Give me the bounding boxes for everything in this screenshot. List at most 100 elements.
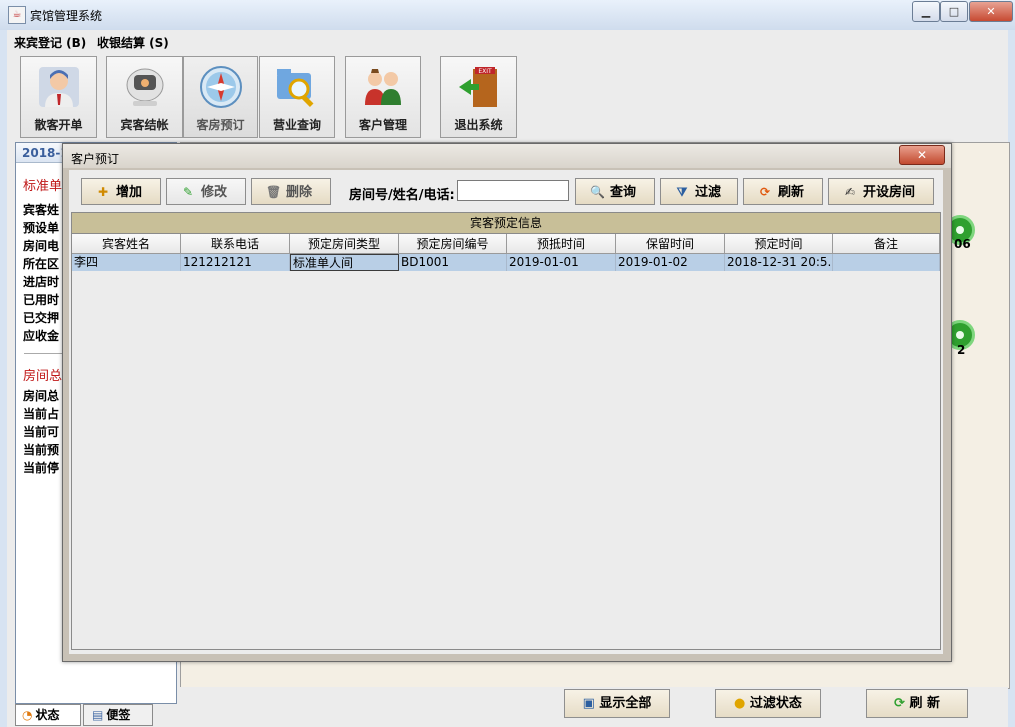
info-label: 应收金 xyxy=(23,329,60,343)
booking-table: 宾客预定信息 宾客姓名 联系电话 预定房间类型 预定房间编号 预抵时间 保留时间… xyxy=(71,212,941,650)
info-label: 当前占 xyxy=(23,407,60,421)
room-number: 2 xyxy=(957,343,966,357)
table-caption: 宾客预定信息 xyxy=(72,213,940,234)
exit-door-icon: EXIT xyxy=(458,67,497,107)
toolbar-label: 退出系统 xyxy=(454,118,503,132)
magnifier-folder-icon xyxy=(277,69,314,108)
column-header[interactable]: 备注 xyxy=(833,234,940,254)
button-label: 修改 xyxy=(201,185,228,200)
filter-status-button[interactable]: ● 过滤状态 xyxy=(715,689,821,718)
person-icon xyxy=(38,67,79,107)
query-button[interactable]: 🔍 查询 xyxy=(575,178,655,205)
exit-system-button[interactable]: EXIT 退出系统 xyxy=(440,56,517,138)
table-cell[interactable] xyxy=(833,254,940,271)
toolbar-label: 客户管理 xyxy=(358,118,407,132)
column-header[interactable]: 预定时间 xyxy=(725,234,833,254)
booking-dialog: 客户预订 ✕ ✚ 增加 ✎ 修改 🗑 删除 房间号/姓名/电话: 🔍 查询 ⧩ 过滤 ⟳ 刷… xyxy=(62,143,952,662)
walkin-order-button[interactable]: 散客开单 xyxy=(20,56,97,138)
info-label: 房间总 xyxy=(23,389,60,403)
title-bar: ☕ 宾馆管理系统 ▁ □ ✕ xyxy=(0,0,1015,30)
add-button[interactable]: ✚ 增加 xyxy=(81,178,161,205)
monitor-icon xyxy=(126,68,163,106)
section-title-rooms: 房间总 xyxy=(23,369,63,384)
toolbar-label: 客房预订 xyxy=(196,118,245,132)
column-header[interactable]: 预抵时间 xyxy=(507,234,616,254)
table-cell[interactable]: 121212121 xyxy=(181,254,290,271)
dialog-title-bar: 客户预订 ✕ xyxy=(63,144,951,168)
people-icon xyxy=(365,69,401,105)
refresh-all-button[interactable]: ⟳ 刷 新 xyxy=(866,689,968,718)
column-header[interactable]: 预定房间类型 xyxy=(290,234,399,254)
list-icon: ▣ xyxy=(582,696,600,711)
column-header[interactable]: 宾客姓名 xyxy=(72,234,181,254)
trash-icon: 🗑 xyxy=(266,185,282,199)
info-label: 预设单 xyxy=(23,221,60,235)
column-header[interactable]: 联系电话 xyxy=(181,234,290,254)
filter-button[interactable]: ⧩ 过滤 xyxy=(660,178,738,205)
delete-button[interactable]: 🗑 删除 xyxy=(251,178,331,205)
window-title: 宾馆管理系统 xyxy=(30,9,103,23)
toolbar-label: 散客开单 xyxy=(34,118,83,132)
menu-checkout[interactable]: 收银结算 (S) xyxy=(97,34,169,51)
info-label: 当前停 xyxy=(23,461,60,475)
button-label: 增加 xyxy=(116,185,143,200)
customer-management-button[interactable]: 客户管理 xyxy=(345,56,421,138)
dialog-close-button[interactable]: ✕ xyxy=(899,145,945,165)
filter-icon: ⧩ xyxy=(676,185,688,199)
guest-checkout-button[interactable]: 宾客结帐 xyxy=(106,56,183,138)
minimize-button[interactable]: ▁ xyxy=(912,1,940,22)
refresh-icon: ⟳ xyxy=(894,696,910,711)
search-icon: 🔍 xyxy=(590,185,605,199)
info-label: 进店时 xyxy=(23,275,60,289)
search-label: 房间号/姓名/电话: xyxy=(349,188,455,203)
button-label: 显示全部 xyxy=(599,696,652,711)
notes-tab-icon: ▤ xyxy=(92,708,104,722)
filter-status-icon: ● xyxy=(734,696,750,711)
table-cell[interactable]: 2019-01-01 xyxy=(507,254,616,271)
refresh-button[interactable]: ⟳ 刷新 xyxy=(743,178,823,205)
table-cell[interactable]: BD1001 xyxy=(399,254,507,271)
bottom-button-bar: ▣ 显示全部 ● 过滤状态 ⟳ 刷 新 xyxy=(180,687,1008,727)
column-header[interactable]: 预定房间编号 xyxy=(399,234,507,254)
edit-icon: ✎ xyxy=(182,185,194,199)
maximize-button[interactable]: □ xyxy=(940,1,968,22)
refresh-icon: ⟳ xyxy=(759,185,771,199)
menu-bar: 来宾登记 (B) 收银结算 (S) xyxy=(7,30,1008,52)
toolbar-label: 宾客结帐 xyxy=(120,118,169,132)
java-app-icon: ☕ xyxy=(8,6,26,24)
search-input[interactable] xyxy=(457,180,569,201)
open-room-icon: ✍ xyxy=(844,185,856,199)
svg-text:EXIT: EXIT xyxy=(478,68,492,75)
close-button[interactable]: ✕ xyxy=(969,1,1013,22)
business-query-button[interactable]: 营业查询 xyxy=(259,56,335,138)
table-cell[interactable]: 李四 xyxy=(72,254,181,271)
column-header[interactable]: 保留时间 xyxy=(616,234,725,254)
show-all-button[interactable]: ▣ 显示全部 xyxy=(564,689,670,718)
status-tab-icon: ◔ xyxy=(22,708,33,722)
button-label: 过滤状态 xyxy=(749,696,802,711)
info-label: 所在区 xyxy=(23,257,60,271)
button-label: 删除 xyxy=(286,185,313,200)
button-label: 开设房间 xyxy=(863,185,916,200)
button-label: 查询 xyxy=(610,185,637,200)
tab-notes[interactable]: ▤ 便签 xyxy=(83,704,153,726)
menu-checkin[interactable]: 来宾登记 (B) xyxy=(14,34,86,51)
edit-button[interactable]: ✎ 修改 xyxy=(166,178,246,205)
button-label: 刷 新 xyxy=(909,696,940,711)
table-cell-focused[interactable]: 标准单人间 xyxy=(290,254,399,271)
table-cell[interactable]: 2018-12-31 20:5... xyxy=(725,254,833,271)
dialog-body: ✚ 增加 ✎ 修改 🗑 删除 房间号/姓名/电话: 🔍 查询 ⧩ 过滤 ⟳ 刷新 ✍ 开设房间 xyxy=(69,170,943,654)
info-label: 已用时 xyxy=(23,293,60,307)
open-room-button[interactable]: ✍ 开设房间 xyxy=(828,178,934,205)
tab-label: 便签 xyxy=(106,708,131,722)
table-cell[interactable]: 2019-01-02 xyxy=(616,254,725,271)
compass-icon xyxy=(199,66,242,108)
room-booking-button[interactable]: 客房预订 xyxy=(183,56,258,138)
button-label: 刷新 xyxy=(778,185,805,200)
tab-status[interactable]: ◔ 状态 xyxy=(15,704,81,726)
info-label: 宾客姓 xyxy=(23,203,60,217)
section-title-standard: 标准单 xyxy=(23,179,63,194)
info-label: 房间电 xyxy=(23,239,60,253)
info-label: 当前预 xyxy=(23,443,60,457)
toolbar-label: 营业查询 xyxy=(272,118,321,132)
